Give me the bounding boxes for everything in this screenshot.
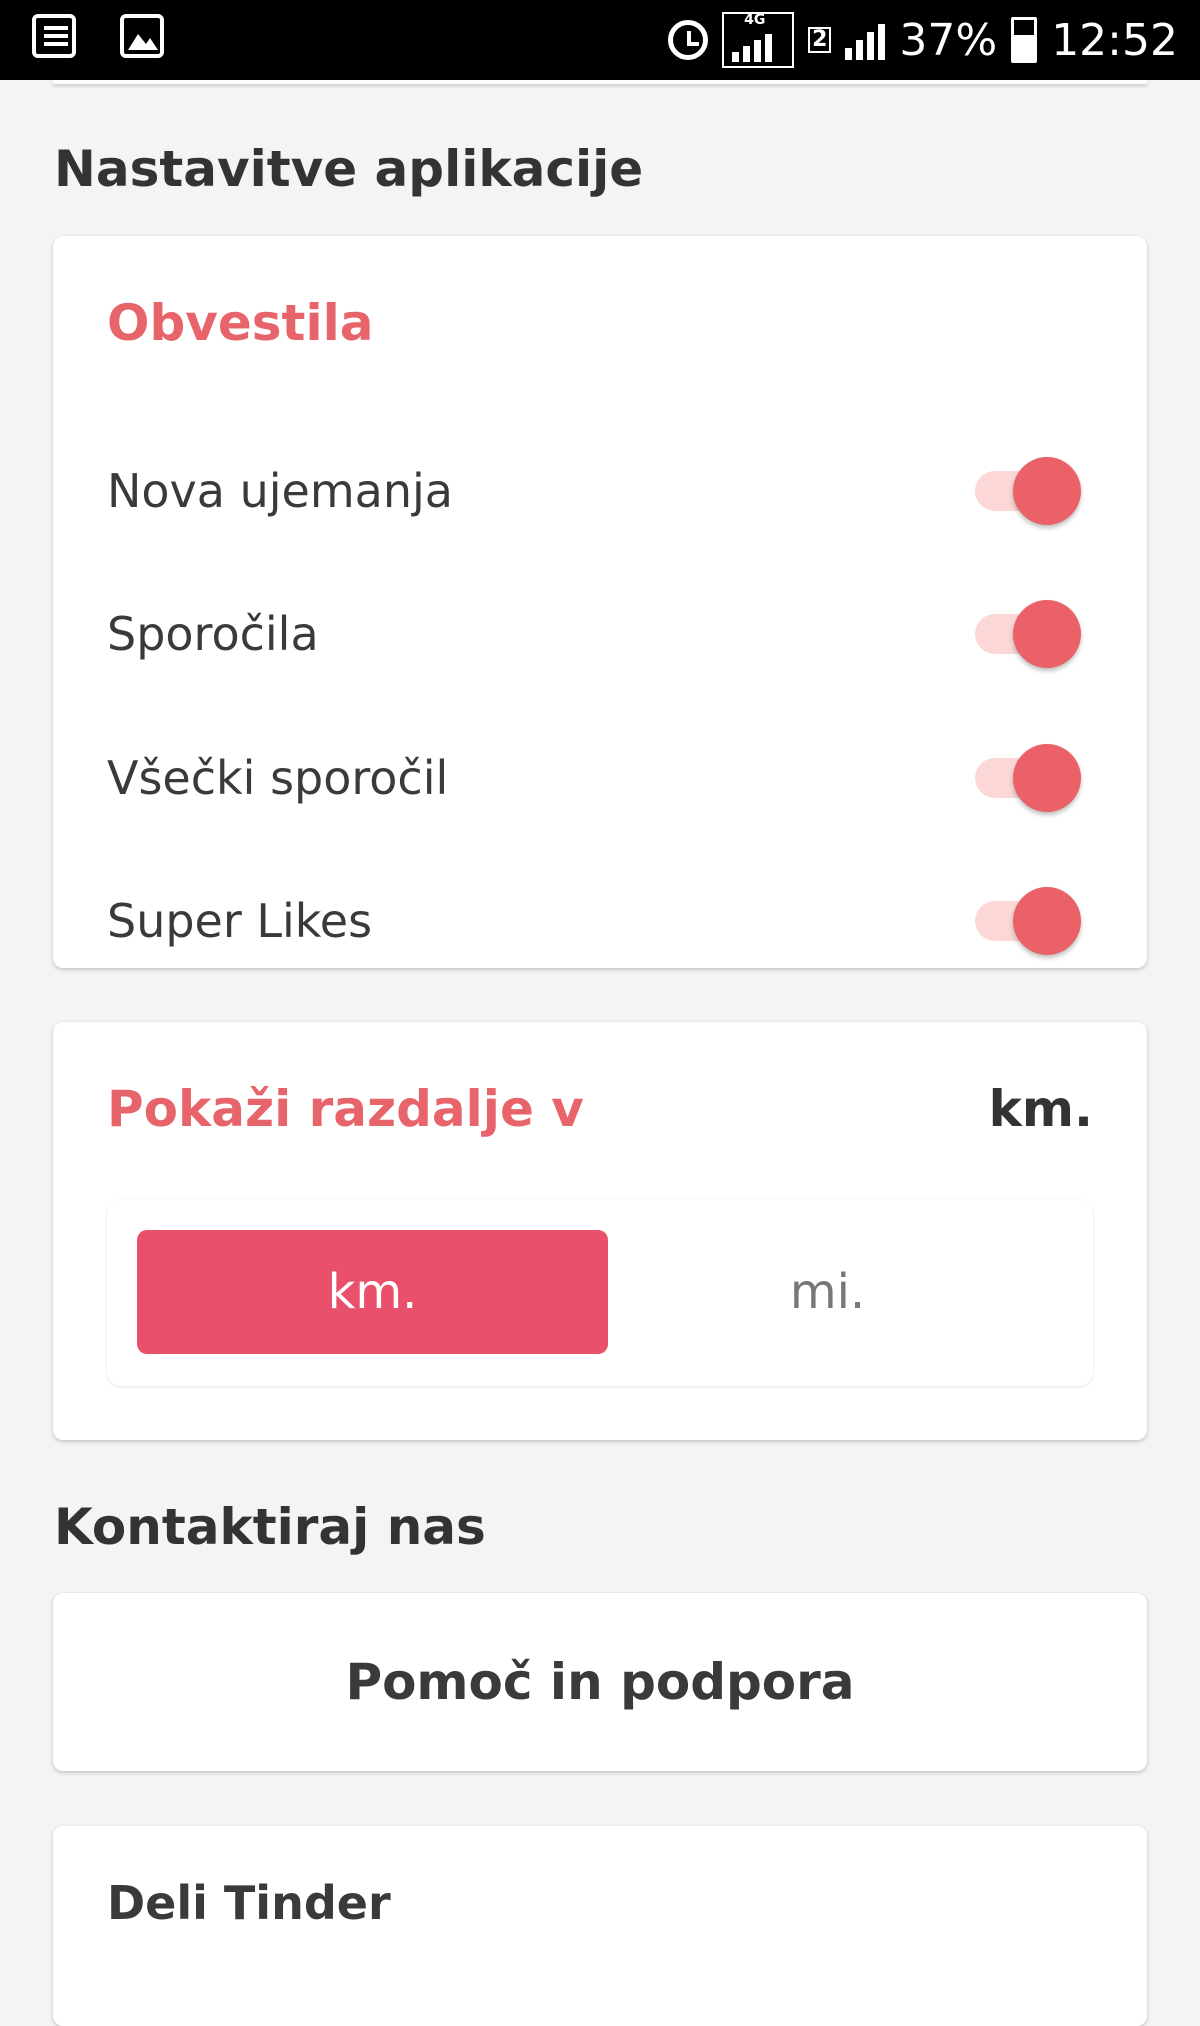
messages-toggle[interactable] <box>973 599 1083 669</box>
setting-row-messages: Sporočila <box>53 584 1147 684</box>
message-likes-toggle[interactable] <box>973 743 1083 813</box>
notification-list-icon <box>32 14 76 58</box>
share-tinder-card[interactable]: Deli Tinder <box>53 1826 1147 2026</box>
signal-strength-icon <box>845 20 886 60</box>
battery-icon <box>1011 17 1038 63</box>
setting-row-super-likes: Super Likes <box>53 871 1147 971</box>
network-type: 4G <box>744 12 766 28</box>
setting-row-message-likes: Všečki sporočil <box>53 728 1147 828</box>
gallery-icon <box>120 14 164 58</box>
unit-km-button[interactable]: km. <box>137 1230 608 1354</box>
help-support-card[interactable]: Pomoč in podpora <box>53 1593 1147 1771</box>
setting-row-new-matches: Nova ujemanja <box>53 441 1147 541</box>
setting-label: Sporočila <box>107 607 319 661</box>
clock: 12:52 <box>1051 14 1178 66</box>
new-matches-toggle[interactable] <box>973 456 1083 526</box>
unit-mi-button[interactable]: mi. <box>592 1230 1063 1354</box>
contact-section-title: Kontaktiraj nas <box>54 1498 486 1556</box>
setting-label: Nova ujemanja <box>107 464 453 518</box>
app-settings-title: Nastavitve aplikacije <box>54 140 644 198</box>
setting-label: Super Likes <box>107 894 373 948</box>
status-bar: 4G 2 37% 12:52 <box>0 0 1200 80</box>
alarm-icon <box>668 20 709 60</box>
battery-percent: 37% <box>899 14 998 66</box>
super-likes-toggle[interactable] <box>973 886 1083 956</box>
notifications-card: Obvestila Nova ujemanja Sporočila Všečki… <box>53 236 1147 968</box>
mobile-data-icon: 4G <box>722 12 795 68</box>
sim2-label: 2 <box>808 27 832 53</box>
distance-units-title: Pokaži razdalje v <box>107 1080 584 1138</box>
help-support-button[interactable]: Pomoč in podpora <box>53 1593 1147 1771</box>
share-tinder-label[interactable]: Deli Tinder <box>107 1876 391 1930</box>
current-unit-value: km. <box>988 1080 1093 1138</box>
distance-units-card: Pokaži razdalje v km. km. mi. <box>53 1022 1147 1440</box>
distance-unit-selector: km. mi. <box>107 1200 1093 1386</box>
previous-card-edge <box>53 80 1147 84</box>
notifications-title: Obvestila <box>107 294 374 352</box>
setting-label: Všečki sporočil <box>107 751 449 805</box>
